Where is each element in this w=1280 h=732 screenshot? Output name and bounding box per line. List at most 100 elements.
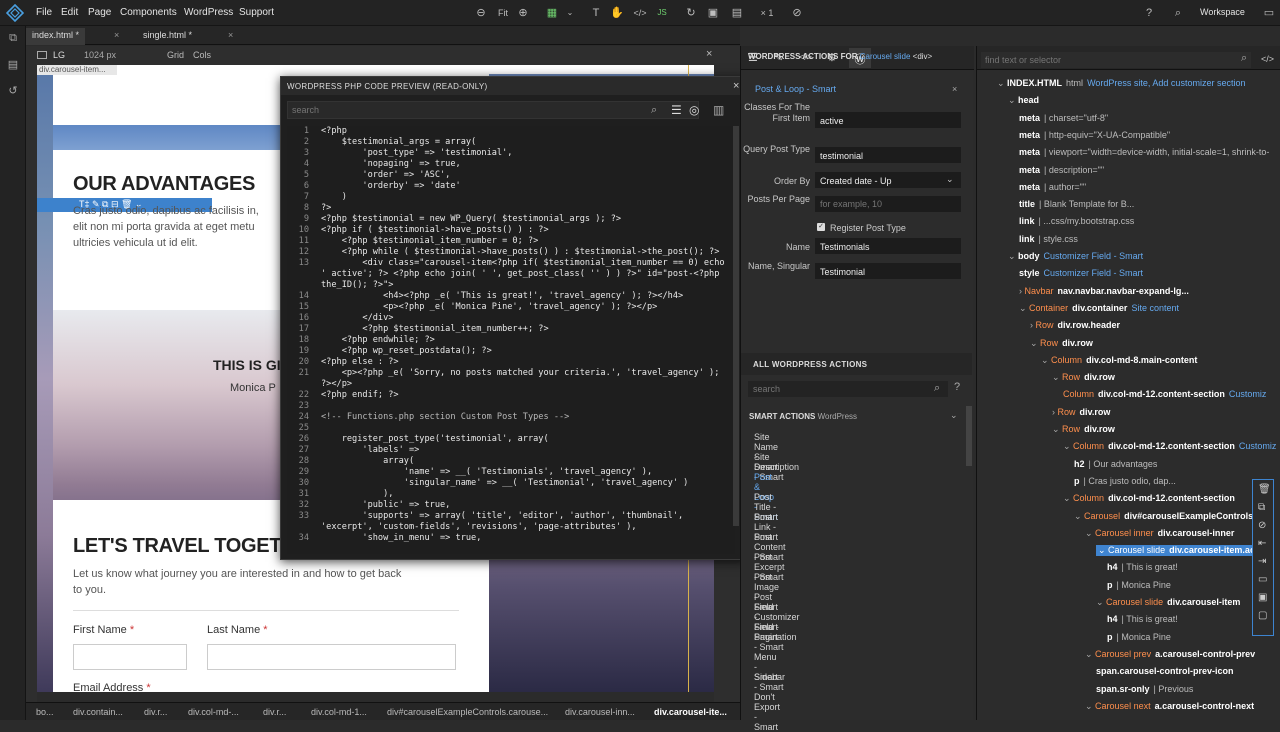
classes-first-item-input[interactable]: active xyxy=(815,112,961,128)
chevron-down-icon[interactable]: ⌄ xyxy=(1019,303,1029,313)
tree-node[interactable]: Column div.col-md-12.content-section Custo… xyxy=(1063,389,1266,399)
eye-off-icon[interactable]: ⊘ xyxy=(789,5,805,21)
help-icon[interactable]: ? xyxy=(954,381,960,393)
chevron-down-icon[interactable]: ⌄ xyxy=(1063,493,1073,503)
js-icon[interactable]: JS xyxy=(654,5,670,21)
scrollbar[interactable] xyxy=(966,406,972,466)
wrap-icon[interactable]: ▣ xyxy=(1258,592,1267,603)
chevron-down-icon[interactable]: ⌄ xyxy=(1008,251,1018,261)
tree-node[interactable]: ⌄ Column div.col-md-12.content-section xyxy=(1063,493,1235,504)
tree-node[interactable]: ⌄ Carousel slide div.carousel-item xyxy=(1096,597,1240,608)
tab-close-icon[interactable]: × xyxy=(108,28,125,45)
posts-per-page-input[interactable] xyxy=(815,196,961,212)
tree-node[interactable]: meta | viewport="width=device-width, init… xyxy=(1019,147,1269,157)
move-up-icon[interactable]: ⇤ xyxy=(1258,538,1266,549)
breadcrumb-current[interactable]: div.carousel-ite... xyxy=(654,707,727,717)
name-input[interactable]: Testimonials xyxy=(815,238,961,254)
tree-node[interactable]: style Customizer Field - Smart xyxy=(1019,268,1143,278)
breadcrumb-item[interactable]: div.col-md-... xyxy=(188,707,239,717)
close-icon[interactable]: × xyxy=(733,80,739,92)
library-icon[interactable]: ▥ xyxy=(713,103,724,117)
zoom-in-icon[interactable]: ⊕ xyxy=(515,5,531,21)
last-name-input[interactable] xyxy=(207,644,456,670)
actions-search-input[interactable] xyxy=(748,381,948,397)
list-icon[interactable]: ☰ xyxy=(671,103,682,117)
cols-toggle[interactable]: Cols xyxy=(193,50,211,60)
tree-node[interactable]: ⌄ Column div.col-md-8.main-content xyxy=(1041,355,1197,366)
hand-tool-icon[interactable]: ✋ xyxy=(609,5,625,21)
tree-node[interactable]: › Row div.row xyxy=(1052,407,1110,417)
code-search-input[interactable] xyxy=(287,101,699,119)
trash-icon[interactable]: 🗑 xyxy=(1258,484,1271,495)
page-settings-icon[interactable]: ▤ xyxy=(729,5,745,21)
chevron-down-icon[interactable]: ⌄ xyxy=(1052,372,1062,382)
chevron-down-icon[interactable]: ⌄ xyxy=(950,410,958,421)
library-icon[interactable]: ▤ xyxy=(6,58,20,72)
tree-node[interactable]: ⌄ body Customizer Field - Smart xyxy=(1008,251,1143,262)
chevron-down-icon[interactable]: ⌄ xyxy=(1030,338,1040,348)
tree-node[interactable]: ⌄ Row div.row xyxy=(1052,372,1115,383)
tab-close-icon[interactable]: × xyxy=(222,28,239,45)
insert-icon[interactable]: ▭ xyxy=(1258,574,1267,585)
device-select[interactable]: LG xyxy=(53,50,65,60)
chevron-down-icon[interactable]: ⌄ xyxy=(1096,597,1106,607)
duplicate-icon[interactable]: ⧉ xyxy=(1258,502,1265,513)
target-icon[interactable]: ◎ xyxy=(689,103,699,117)
name-singular-input[interactable]: Testimonial xyxy=(815,263,961,279)
tree-node[interactable]: › Row div.row.header xyxy=(1030,320,1120,330)
tree-node[interactable]: h4 | This is great! xyxy=(1107,614,1178,624)
tree-node[interactable]: meta | author="" xyxy=(1019,182,1086,192)
tree-node[interactable]: ⌄ Carousel next a.carousel-control-next xyxy=(1085,701,1254,712)
workspace-button[interactable]: Workspace xyxy=(1200,7,1245,17)
tree-node[interactable]: ⌄ Row div.row xyxy=(1030,338,1093,349)
tree-node[interactable]: ⌄ head xyxy=(1008,95,1039,106)
breadcrumb-item[interactable]: div.r... xyxy=(263,707,286,717)
tree-node[interactable]: span.sr-only | Previous xyxy=(1096,684,1193,694)
pages-icon[interactable]: ⧉ xyxy=(6,32,20,46)
tree-node[interactable]: title | Blank Template for B... xyxy=(1019,199,1134,209)
query-post-type-input[interactable]: testimonial xyxy=(815,147,961,163)
tree-node[interactable]: ⌄ Carousel inner div.carousel-inner xyxy=(1085,528,1234,539)
zoom-out-icon[interactable]: ⊖ xyxy=(473,5,489,21)
menu-page[interactable]: Page xyxy=(88,7,111,18)
tree-node[interactable]: ⌄ Carousel slidediv.carousel-item.activ xyxy=(1096,545,1252,557)
tree-node[interactable]: ⌄ Row div.row xyxy=(1052,424,1115,435)
refresh-icon[interactable]: ↻ xyxy=(683,5,699,21)
tree-node[interactable]: link | style.css xyxy=(1019,234,1078,244)
window-menu-icon[interactable]: ▭ xyxy=(1261,5,1277,21)
history-icon[interactable]: ↺ xyxy=(6,84,20,98)
unwrap-icon[interactable]: ▢ xyxy=(1258,610,1267,621)
tree-node[interactable]: ⌄ Column div.col-md-12.content-section Cus… xyxy=(1063,441,1276,452)
code-editor[interactable]: 1 <?php 2 $testimonial_args = array(3 'pos… xyxy=(287,126,735,554)
chevron-down-icon[interactable]: ⌄ xyxy=(1052,424,1062,434)
chevron-down-icon[interactable]: ⌄ xyxy=(1085,528,1095,538)
tree-node[interactable]: meta | charset="utf-8" xyxy=(1019,113,1108,123)
order-by-select[interactable]: Created date - Up xyxy=(815,172,961,188)
text-tool-icon[interactable]: T xyxy=(588,5,604,21)
chevron-down-icon[interactable]: ⌄ xyxy=(1041,355,1051,365)
tree-node[interactable]: h2 | Our advantages xyxy=(1074,459,1157,469)
smart-action-item[interactable]: Pagination - Smart xyxy=(754,632,797,652)
tree-node[interactable]: link | ...css/my.bootstrap.css xyxy=(1019,216,1134,226)
close-icon[interactable]: × xyxy=(952,84,957,94)
chevron-right-icon[interactable]: › xyxy=(1030,320,1036,330)
tree-node[interactable]: ⌄ Carousel prev a.carousel-control-prev xyxy=(1085,649,1255,660)
chevron-down-icon[interactable]: ⌄ xyxy=(946,174,954,185)
tree-node[interactable]: p | Cras justo odio, dap... xyxy=(1074,476,1176,486)
tree-search-input[interactable] xyxy=(981,52,1251,68)
smart-action-item[interactable]: Don't Export - Smart xyxy=(754,692,780,732)
chevron-down-icon[interactable]: ⌄ xyxy=(1098,545,1108,555)
tree-node[interactable]: p | Monica Pine xyxy=(1107,580,1171,590)
tree-node[interactable]: span.carousel-control-prev-icon xyxy=(1096,666,1234,676)
tree-node[interactable]: ⌄ INDEX.HTML html WordPress site, Add cust… xyxy=(997,78,1245,89)
breadcrumb-item[interactable]: div.col-md-1... xyxy=(311,707,367,717)
breadcrumb-item[interactable]: div.r... xyxy=(144,707,167,717)
breadcrumb-item[interactable]: div.carousel-inn... xyxy=(565,707,635,717)
close-icon[interactable]: × xyxy=(706,48,712,60)
move-down-icon[interactable]: ⇥ xyxy=(1258,556,1266,567)
grid-icon[interactable]: ▦ xyxy=(544,5,560,21)
action-section-title[interactable]: Post & Loop - Smart xyxy=(755,84,836,94)
tree-node[interactable]: meta | description="" xyxy=(1019,165,1104,175)
breadcrumb-item[interactable]: bo... xyxy=(36,707,54,717)
tree-node[interactable]: h4 | This is great! xyxy=(1107,562,1178,572)
